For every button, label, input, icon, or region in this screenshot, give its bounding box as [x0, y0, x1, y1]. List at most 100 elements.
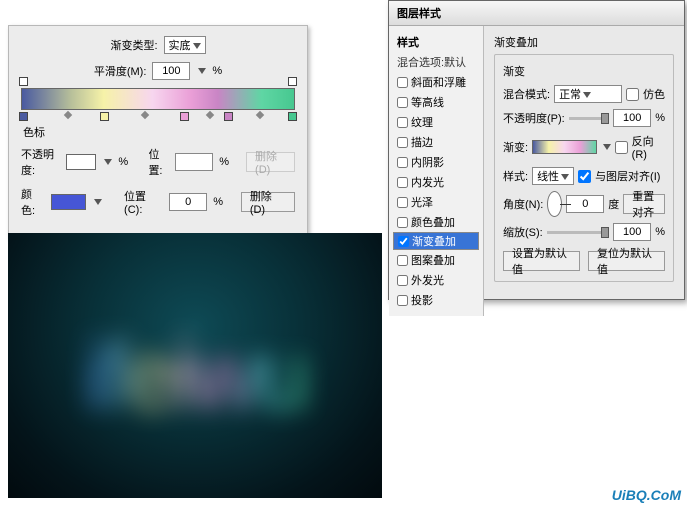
effect-checkbox[interactable]	[397, 97, 408, 108]
stop-opacity-unit: %	[118, 156, 128, 168]
style-select[interactable]: 线性	[532, 167, 574, 185]
preview-text: ifeiwu	[84, 321, 305, 431]
stop-color-label: 颜色:	[21, 186, 45, 218]
scale-label: 缩放(S):	[503, 224, 543, 240]
opacity-input[interactable]	[613, 109, 651, 127]
stop-position-input[interactable]	[175, 153, 213, 171]
opacity-stop[interactable]	[288, 77, 297, 86]
stop-color-position-unit: %	[213, 196, 223, 208]
effect-label: 图案叠加	[411, 252, 455, 268]
stops-section-label: 色标	[23, 124, 295, 140]
scale-input[interactable]	[613, 223, 651, 241]
effect-checkbox[interactable]	[397, 197, 408, 208]
stop-color-position-input[interactable]	[169, 193, 207, 211]
effect-item-6[interactable]: 光泽	[393, 192, 479, 212]
effect-item-8[interactable]: 渐变叠加	[393, 232, 479, 250]
color-stop[interactable]	[19, 112, 28, 121]
effect-checkbox[interactable]	[397, 275, 408, 286]
gradient-editor-panel: 渐变类型: 实底 平滑度(M): % 色标 不透明度: % 位置: % 删除(D…	[8, 25, 308, 239]
watermark: UiBQ.CoM	[612, 487, 681, 503]
delete-stop-button: 删除(D)	[246, 152, 295, 172]
opacity-unit: %	[655, 112, 665, 124]
effect-checkbox[interactable]	[397, 295, 408, 306]
midpoint-icon[interactable]	[206, 111, 214, 119]
color-stop[interactable]	[100, 112, 109, 121]
opacity-slider[interactable]	[569, 117, 609, 120]
chevron-down-icon	[104, 159, 112, 165]
angle-label: 角度(N):	[503, 196, 543, 212]
effect-label: 光泽	[411, 194, 433, 210]
effect-item-2[interactable]: 纹理	[393, 112, 479, 132]
stop-color-swatch[interactable]	[51, 194, 86, 210]
opacity-stop[interactable]	[19, 77, 28, 86]
effects-list: 样式 混合选项:默认 斜面和浮雕等高线纹理描边内阴影内发光光泽颜色叠加渐变叠加图…	[389, 26, 484, 316]
color-stop[interactable]	[180, 112, 189, 121]
midpoint-icon[interactable]	[140, 111, 148, 119]
effect-item-11[interactable]: 投影	[393, 290, 479, 310]
blend-mode-label: 混合模式:	[503, 86, 550, 102]
effect-checkbox[interactable]	[398, 236, 409, 247]
stop-color-position-label: 位置(C):	[124, 188, 163, 216]
effect-checkbox[interactable]	[397, 177, 408, 188]
delete-color-stop-button[interactable]: 删除(D)	[241, 192, 295, 212]
angle-input[interactable]	[566, 195, 604, 213]
effect-label: 内阴影	[411, 154, 444, 170]
stop-opacity-label: 不透明度:	[21, 146, 60, 178]
effect-item-1[interactable]: 等高线	[393, 92, 479, 112]
gradient-bar[interactable]	[21, 88, 295, 110]
gradient-type-select[interactable]: 实底	[164, 36, 206, 54]
make-default-button[interactable]: 设置为默认值	[503, 251, 580, 271]
angle-dial[interactable]	[547, 191, 562, 217]
midpoint-icon[interactable]	[255, 111, 263, 119]
gradient-label: 渐变:	[503, 139, 528, 155]
chevron-down-icon[interactable]	[603, 144, 611, 150]
effect-item-9[interactable]: 图案叠加	[393, 250, 479, 270]
color-stop[interactable]	[288, 112, 297, 121]
reset-alignment-button[interactable]: 重置对齐	[623, 194, 665, 214]
effect-label: 斜面和浮雕	[411, 74, 466, 90]
effect-item-7[interactable]: 颜色叠加	[393, 212, 479, 232]
effect-item-4[interactable]: 内阴影	[393, 152, 479, 172]
effect-checkbox[interactable]	[397, 157, 408, 168]
effect-label: 颜色叠加	[411, 214, 455, 230]
reset-default-button[interactable]: 复位为默认值	[588, 251, 665, 271]
reverse-checkbox[interactable]	[615, 141, 628, 154]
styles-header[interactable]: 样式	[393, 32, 479, 52]
scale-unit: %	[655, 226, 665, 238]
gradient-picker[interactable]	[532, 140, 597, 154]
dither-label: 仿色	[643, 86, 665, 102]
stop-position-unit: %	[219, 156, 229, 168]
midpoint-icon[interactable]	[64, 111, 72, 119]
effect-checkbox[interactable]	[397, 137, 408, 148]
reverse-label: 反向(R)	[632, 133, 665, 161]
effect-checkbox[interactable]	[397, 117, 408, 128]
smoothness-label: 平滑度(M):	[94, 63, 147, 79]
chevron-down-icon	[583, 92, 591, 98]
effect-label: 等高线	[411, 94, 444, 110]
effect-item-0[interactable]: 斜面和浮雕	[393, 72, 479, 92]
layer-style-dialog: 图层样式 样式 混合选项:默认 斜面和浮雕等高线纹理描边内阴影内发光光泽颜色叠加…	[388, 0, 685, 300]
dither-checkbox[interactable]	[626, 88, 639, 101]
panel-group-title: 渐变叠加	[494, 34, 674, 50]
scale-slider[interactable]	[547, 231, 609, 234]
color-stop[interactable]	[224, 112, 233, 121]
gradient-type-label: 渐变类型:	[110, 37, 157, 53]
effect-checkbox[interactable]	[397, 217, 408, 228]
text-effect-preview: ifeiwu	[8, 233, 382, 498]
stop-opacity-swatch[interactable]	[66, 154, 96, 170]
effect-item-3[interactable]: 描边	[393, 132, 479, 152]
effect-label: 描边	[411, 134, 433, 150]
angle-unit: 度	[608, 196, 619, 212]
effect-label: 投影	[411, 292, 433, 308]
align-checkbox[interactable]	[578, 170, 591, 183]
chevron-down-icon[interactable]	[198, 68, 206, 74]
effect-item-5[interactable]: 内发光	[393, 172, 479, 192]
effect-item-10[interactable]: 外发光	[393, 270, 479, 290]
align-label: 与图层对齐(I)	[595, 168, 660, 184]
blend-options-item[interactable]: 混合选项:默认	[393, 52, 479, 72]
panel-sub-title: 渐变	[503, 63, 665, 79]
effect-checkbox[interactable]	[397, 77, 408, 88]
smoothness-input[interactable]	[152, 62, 190, 80]
blend-mode-select[interactable]: 正常	[554, 85, 622, 103]
effect-checkbox[interactable]	[397, 255, 408, 266]
